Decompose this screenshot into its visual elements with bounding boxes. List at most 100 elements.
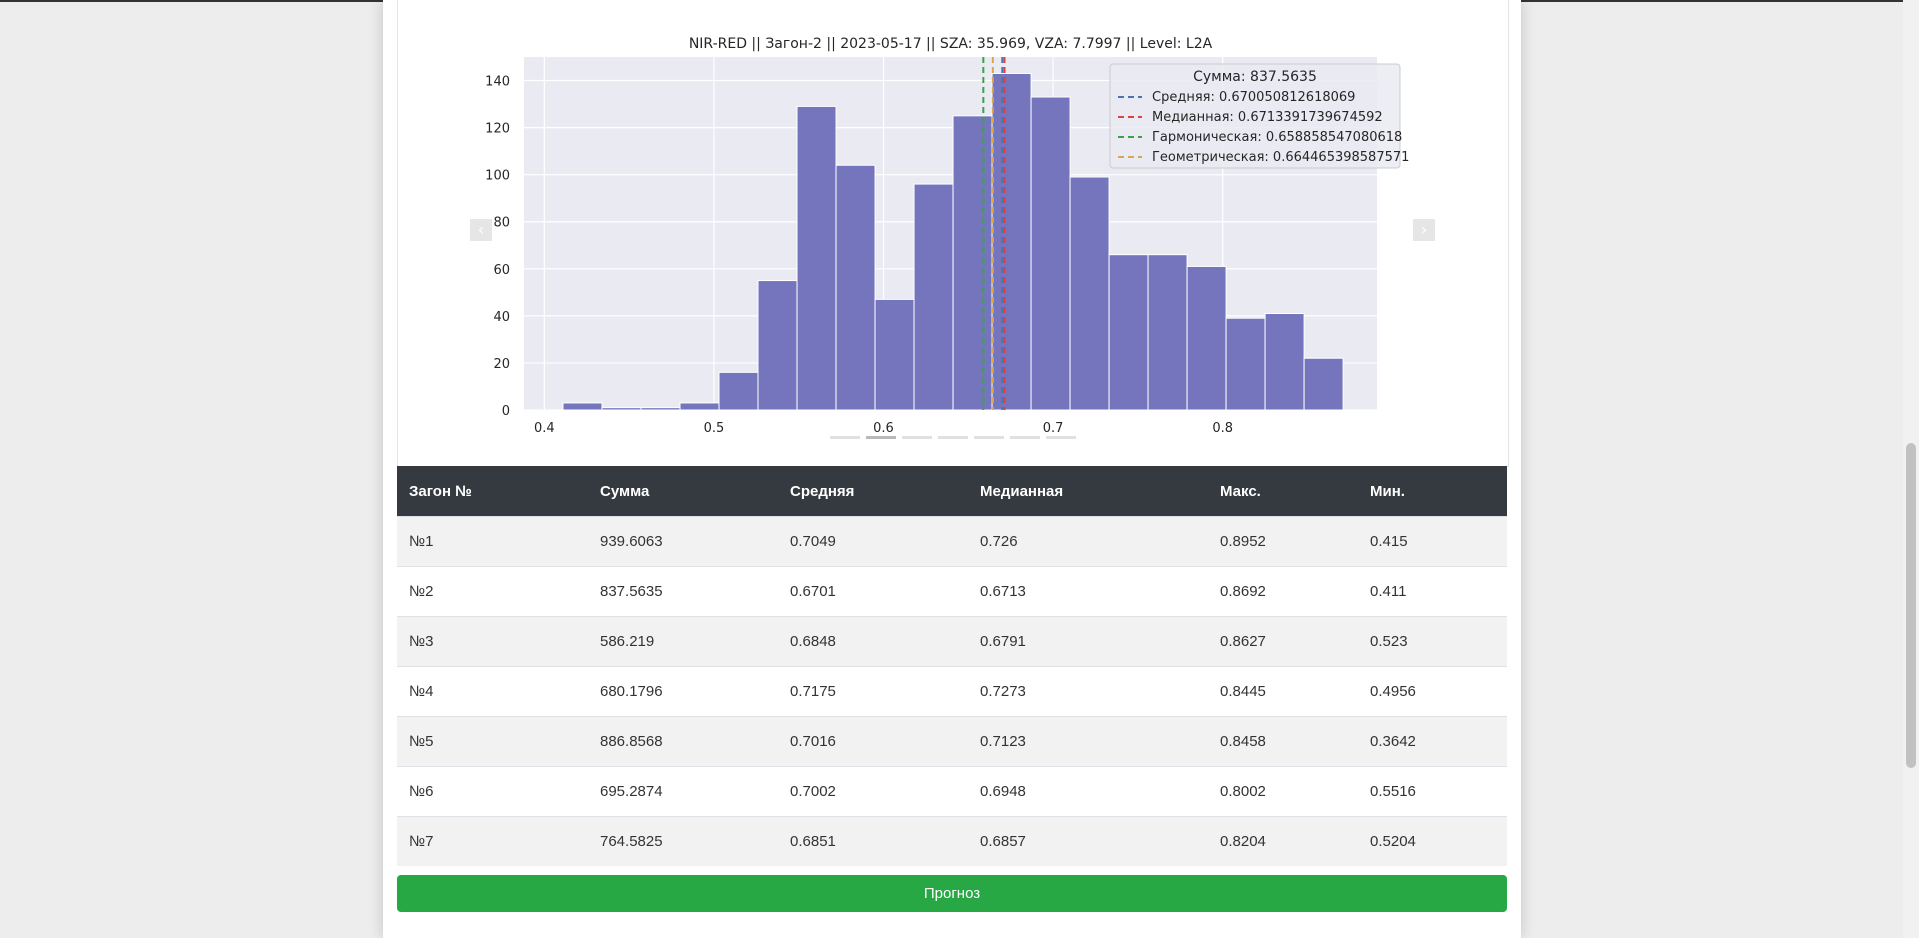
cell-pasture: №6 (397, 766, 588, 817)
table-row: №7 764.5825 0.6851 0.6857 0.8204 0.5204 (397, 816, 1507, 866)
cell-mean: 0.7175 (778, 666, 968, 717)
table-row: №2 837.5635 0.6701 0.6713 0.8692 0.411 (397, 566, 1507, 617)
table-row: №6 695.2874 0.7002 0.6948 0.8002 0.5516 (397, 766, 1507, 817)
carousel-indicator[interactable] (902, 436, 932, 439)
histogram-bar (874, 298, 915, 411)
histogram-bar (562, 402, 603, 411)
histogram-bar (1147, 254, 1188, 411)
chevron-right-icon: › (1420, 220, 1428, 239)
cell-sum: 939.6063 (588, 516, 778, 567)
table-row: №5 886.8568 0.7016 0.7123 0.8458 0.3642 (397, 716, 1507, 767)
x-tick-label: 0.6 (873, 421, 894, 436)
main-content-panel: NIR-RED || Загон-2 || 2023-05-17 || SZA:… (383, 0, 1521, 938)
y-tick-label: 0 (502, 404, 510, 419)
table-row: №3 586.219 0.6848 0.6791 0.8627 0.523 (397, 616, 1507, 667)
header-sum: Сумма (588, 466, 778, 517)
cell-median: 0.726 (968, 516, 1208, 567)
cell-mean: 0.7049 (778, 516, 968, 567)
cell-pasture: №2 (397, 566, 588, 617)
legend-entry: Геометрическая: 0.664465398587571 (1152, 150, 1409, 165)
histogram-bar (601, 407, 642, 411)
x-tick-label: 0.5 (704, 421, 725, 436)
cell-mean: 0.7016 (778, 716, 968, 767)
y-tick-label: 60 (493, 263, 510, 278)
cell-max: 0.8445 (1208, 666, 1358, 717)
cell-median: 0.7273 (968, 666, 1208, 717)
header-mean: Средняя (778, 466, 968, 517)
cell-sum: 837.5635 (588, 566, 778, 617)
histogram-bar (952, 115, 993, 411)
header-min: Мин. (1358, 466, 1507, 517)
y-tick-label: 80 (493, 216, 510, 231)
x-tick-label: 0.8 (1212, 421, 1233, 436)
carousel-indicator[interactable] (974, 436, 1004, 439)
histogram-bar (679, 402, 720, 411)
y-tick-label: 20 (493, 357, 510, 372)
histogram-bar (1225, 317, 1266, 411)
carousel-indicator[interactable] (938, 436, 968, 439)
carousel-next-button[interactable]: › (1413, 219, 1435, 241)
carousel-prev-button[interactable]: ‹ (470, 219, 492, 241)
cell-pasture: №5 (397, 716, 588, 767)
header-max: Макс. (1208, 466, 1358, 517)
cell-sum: 886.8568 (588, 716, 778, 767)
table-row: №1 939.6063 0.7049 0.726 0.8952 0.415 (397, 516, 1507, 567)
y-tick-label: 140 (485, 75, 510, 90)
header-pasture: Загон № (397, 466, 588, 517)
pasture-stats-table: Загон № Сумма Средняя Медианная Макс. Ми… (397, 466, 1507, 866)
cell-min: 0.411 (1358, 566, 1507, 617)
cell-min: 0.415 (1358, 516, 1507, 567)
cell-pasture: №7 (397, 816, 588, 866)
cell-median: 0.6857 (968, 816, 1208, 866)
cell-max: 0.8002 (1208, 766, 1358, 817)
cell-pasture: №3 (397, 616, 588, 667)
cell-max: 0.8627 (1208, 616, 1358, 667)
cell-pasture: №4 (397, 666, 588, 717)
cell-sum: 695.2874 (588, 766, 778, 817)
chart-title: NIR-RED || Загон-2 || 2023-05-17 || SZA:… (689, 36, 1213, 52)
histogram-bar (1303, 357, 1344, 411)
legend-title: Сумма: 837.5635 (1193, 69, 1317, 85)
carousel-indicator[interactable] (830, 436, 860, 439)
carousel-indicator[interactable] (866, 436, 896, 439)
histogram-bar (1108, 254, 1149, 411)
header-median: Медианная (968, 466, 1208, 517)
carousel-indicator[interactable] (1010, 436, 1040, 439)
cell-median: 0.6713 (968, 566, 1208, 617)
cell-mean: 0.6701 (778, 566, 968, 617)
cell-max: 0.8692 (1208, 566, 1358, 617)
cell-max: 0.8204 (1208, 816, 1358, 866)
x-tick-label: 0.7 (1043, 421, 1064, 436)
histogram-bar (796, 105, 837, 411)
cell-mean: 0.6851 (778, 816, 968, 866)
x-tick-label: 0.4 (534, 421, 555, 436)
y-tick-label: 120 (485, 122, 510, 137)
cell-sum: 680.1796 (588, 666, 778, 717)
cell-median: 0.6791 (968, 616, 1208, 667)
histogram-bar (913, 183, 954, 411)
cell-max: 0.8458 (1208, 716, 1358, 767)
histogram-bar (1186, 265, 1227, 411)
histogram-bar (1030, 96, 1071, 411)
histogram-bar (718, 371, 759, 411)
cell-min: 0.3642 (1358, 716, 1507, 767)
cell-sum: 586.219 (588, 616, 778, 667)
cell-max: 0.8952 (1208, 516, 1358, 567)
histogram-bar (1264, 313, 1305, 411)
cell-min: 0.4956 (1358, 666, 1507, 717)
histogram-bar (991, 72, 1032, 411)
carousel-indicator[interactable] (1046, 436, 1076, 439)
table-row: №4 680.1796 0.7175 0.7273 0.8445 0.4956 (397, 666, 1507, 717)
histogram-carousel: NIR-RED || Загон-2 || 2023-05-17 || SZA:… (397, 0, 1509, 467)
cell-min: 0.5204 (1358, 816, 1507, 866)
histogram-bar (640, 407, 681, 411)
cell-pasture: №1 (397, 516, 588, 567)
cell-min: 0.5516 (1358, 766, 1507, 817)
page-scrollbar-thumb[interactable] (1906, 443, 1916, 768)
histogram-bar (835, 164, 876, 411)
legend-entry: Средняя: 0.670050812618069 (1152, 90, 1355, 105)
forecast-button[interactable]: Прогноз (397, 875, 1507, 912)
histogram-bar (1069, 176, 1110, 411)
y-tick-label: 40 (493, 310, 510, 325)
cell-mean: 0.7002 (778, 766, 968, 817)
